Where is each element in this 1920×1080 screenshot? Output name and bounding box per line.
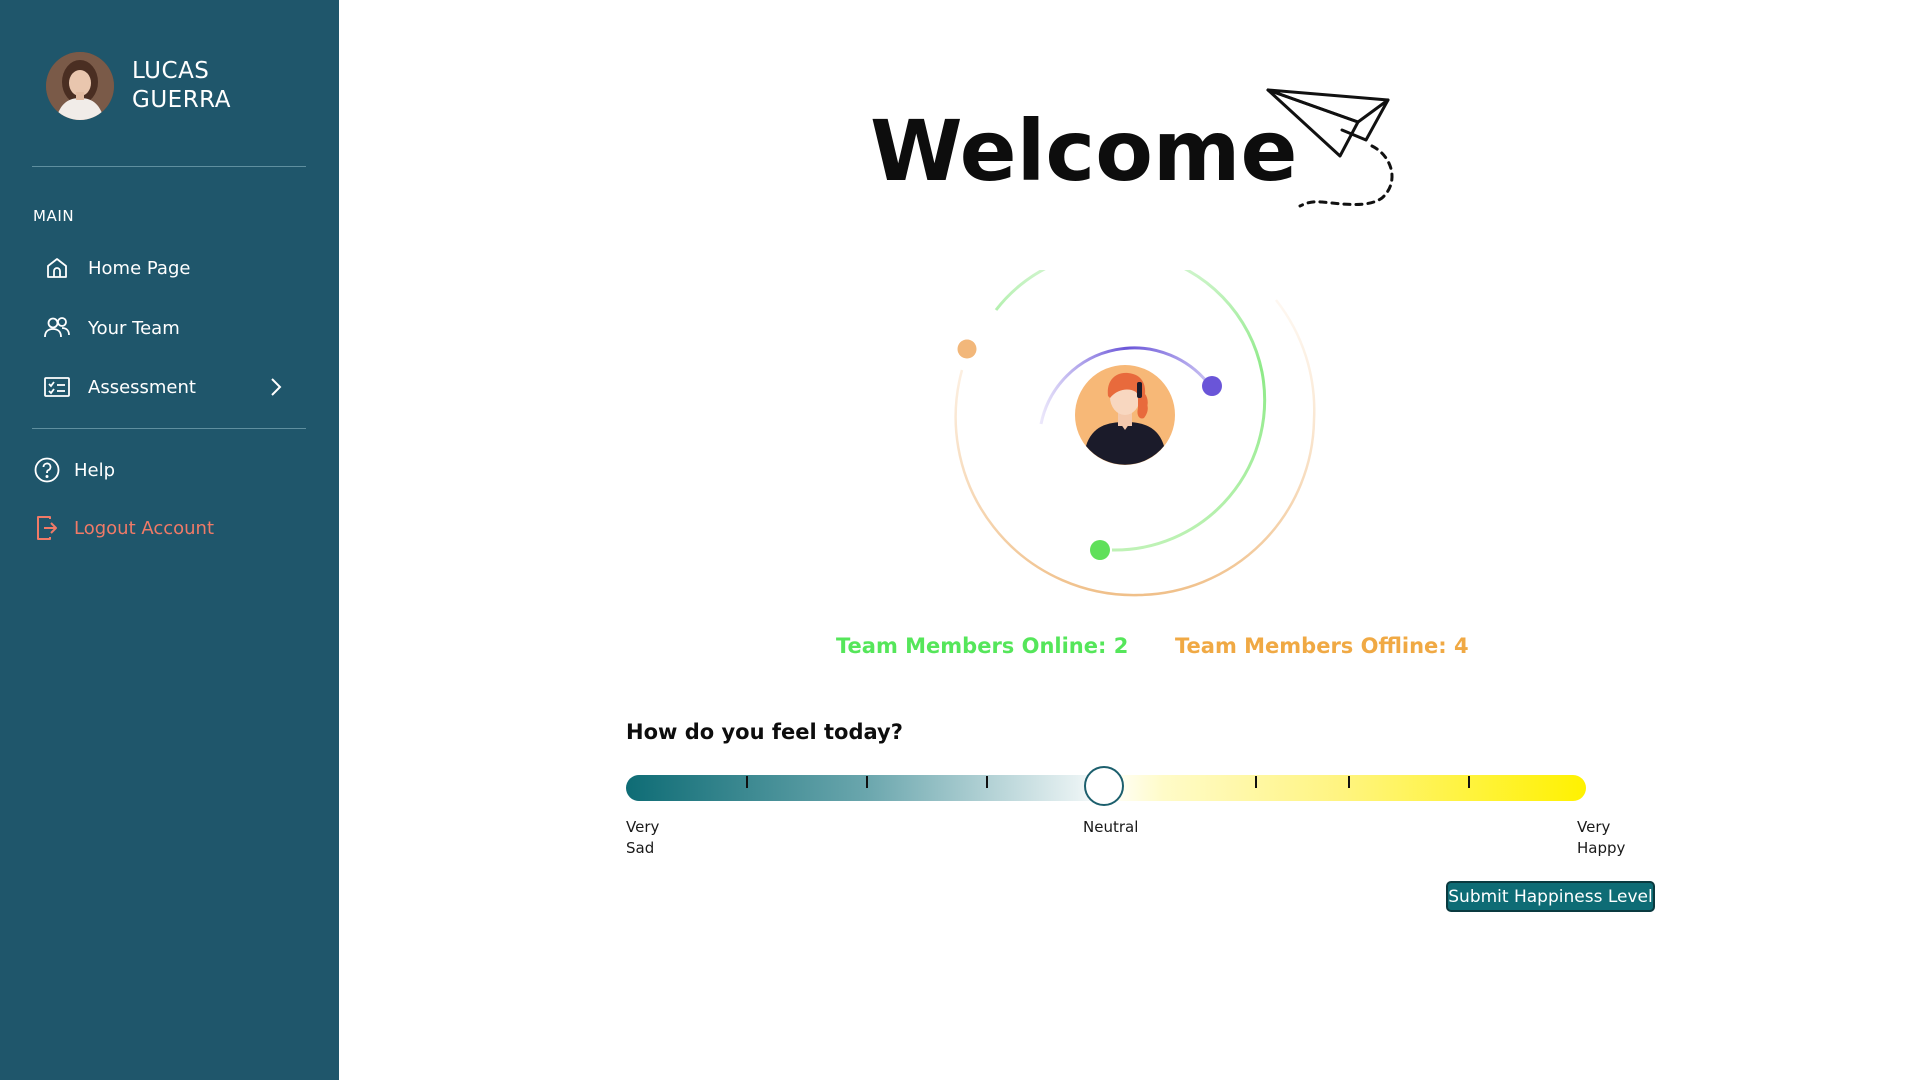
chevron-right-icon[interactable] [263,374,289,400]
slider-label-line: Very [626,818,660,836]
sidebar-item-label: Help [74,459,116,481]
slider-label-very-sad: Very Sad [626,817,659,859]
sidebar-item-label: Logout Account [74,517,215,539]
logout-icon [32,513,62,543]
mood-question: How do you feel today? [626,720,903,744]
page-title: Welcome [870,102,1298,200]
submit-happiness-button[interactable]: Submit Happiness Level [1446,881,1655,912]
team-members-offline: Team Members Offline: 4 [1175,634,1469,658]
slider-label-line: Sad [626,839,655,857]
slider-tick [866,776,868,788]
happiness-slider-thumb[interactable] [1084,766,1124,806]
slider-tick [746,776,748,788]
team-members-online: Team Members Online: 2 [836,634,1129,658]
slider-label-line: Very [1577,818,1611,836]
profile-name: LUCAS GUERRA [132,57,231,115]
slider-label-neutral: Neutral [1083,818,1139,836]
home-icon [42,253,72,283]
help-icon [32,455,62,485]
team-orbit-graphic [940,249,1340,614]
team-icon [42,313,72,343]
slider-label-line: Happy [1577,839,1626,857]
user-profile[interactable]: LUCAS GUERRA [46,52,231,120]
sidebar-item-home[interactable]: Home Page [42,251,190,285]
slider-label-very-happy: Very Happy [1577,817,1625,859]
slider-tick [1348,776,1350,788]
sidebar-item-team[interactable]: Your Team [42,311,180,345]
paper-plane-icon [1262,86,1412,218]
divider [32,166,306,167]
sidebar-item-label: Assessment [88,376,196,398]
sidebar-item-label: Home Page [88,257,191,279]
slider-tick [1255,776,1257,788]
team-avatar-illustration [1075,365,1175,465]
checklist-icon [42,372,72,402]
sidebar-item-assessment[interactable]: Assessment [42,370,196,404]
divider [32,428,306,429]
section-label-main: MAIN [33,207,75,225]
profile-first-name: LUCAS [132,58,210,84]
slider-tick [1468,776,1470,788]
sidebar-item-help[interactable]: Help [32,453,115,487]
sidebar-item-logout[interactable]: Logout Account [32,511,214,545]
sidebar: LUCAS GUERRA MAIN Home Page Your Team As… [0,0,339,1080]
sidebar-item-label: Your Team [88,317,180,339]
avatar[interactable] [46,52,114,120]
slider-tick [986,776,988,788]
profile-last-name: GUERRA [132,87,231,113]
